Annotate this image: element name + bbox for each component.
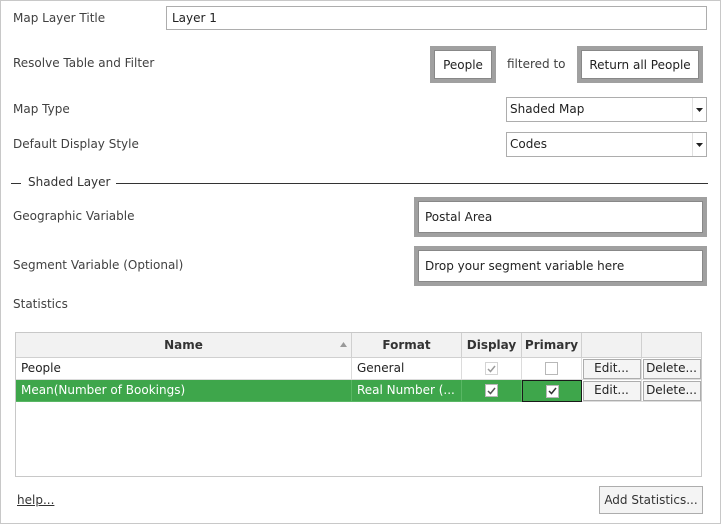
resolve-filter-well[interactable]: Return all People [577, 46, 703, 83]
checkmark-icon [487, 365, 496, 373]
display-style-value: Codes [510, 137, 547, 151]
table-row-name[interactable]: Mean(Number of Bookings) [16, 380, 352, 402]
column-header-edit [582, 333, 642, 358]
delete-button[interactable]: Delete... [642, 380, 701, 401]
geographic-variable-value: Postal Area [418, 201, 703, 233]
segment-variable-well[interactable]: Drop your segment variable here [414, 246, 707, 286]
chevron-down-icon [692, 98, 706, 121]
table-row-format[interactable]: Real Number (... [352, 380, 462, 402]
delete-button[interactable]: Delete... [642, 358, 701, 379]
delete-cell: Delete... [642, 358, 701, 380]
checkmark-icon [547, 387, 557, 395]
section-divider-left [11, 183, 21, 184]
sort-ascending-icon [340, 342, 347, 347]
table-row-format[interactable]: General [352, 358, 462, 380]
column-header-primary[interactable]: Primary [522, 333, 582, 358]
resolve-filter-value: Return all People [581, 50, 699, 79]
add-statistics-button[interactable]: Add Statistics... [599, 486, 703, 514]
geographic-variable-label: Geographic Variable [13, 209, 135, 223]
display-checkbox[interactable] [485, 362, 498, 375]
filtered-to-text: filtered to [507, 57, 566, 71]
delete-cell: Delete... [642, 380, 701, 402]
map-layer-title-label: Map Layer Title [13, 11, 106, 25]
column-header-delete [642, 333, 701, 358]
display-checkbox[interactable] [485, 384, 498, 397]
primary-checkbox-cell [522, 380, 582, 402]
resolve-table-value: People [434, 50, 492, 79]
column-header-name[interactable]: Name [16, 333, 352, 358]
map-type-value: Shaded Map [510, 102, 585, 116]
display-checkbox-cell [462, 380, 522, 402]
checkmark-icon [487, 387, 496, 395]
edit-cell: Edit... [582, 358, 642, 380]
help-link[interactable]: help... [17, 493, 54, 507]
statistics-grid: Name Format Display Primary People Gener… [15, 332, 702, 477]
primary-checkbox[interactable] [545, 384, 559, 398]
segment-variable-label: Segment Variable (Optional) [13, 258, 184, 272]
edit-cell: Edit... [582, 380, 642, 402]
statistics-label: Statistics [13, 297, 68, 311]
chevron-down-icon [692, 133, 706, 156]
display-style-label: Default Display Style [13, 137, 139, 151]
display-style-dropdown[interactable]: Codes [506, 132, 707, 157]
resolve-table-label: Resolve Table and Filter [13, 56, 155, 70]
resolve-table-well[interactable]: People [430, 46, 496, 83]
map-type-label: Map Type [13, 102, 70, 116]
edit-button[interactable]: Edit... [582, 358, 641, 379]
column-header-display[interactable]: Display [462, 333, 522, 358]
edit-button[interactable]: Edit... [582, 380, 641, 401]
map-layer-title-input[interactable]: Layer 1 [166, 6, 707, 30]
section-divider-right [116, 183, 708, 184]
table-row-name[interactable]: People [16, 358, 352, 380]
geographic-variable-well[interactable]: Postal Area [414, 197, 707, 237]
shaded-layer-heading: Shaded Layer [28, 175, 111, 189]
primary-checkbox-cell [522, 358, 582, 380]
map-type-dropdown[interactable]: Shaded Map [506, 97, 707, 122]
column-header-format[interactable]: Format [352, 333, 462, 358]
segment-variable-placeholder: Drop your segment variable here [418, 250, 703, 282]
primary-checkbox[interactable] [545, 362, 558, 375]
display-checkbox-cell [462, 358, 522, 380]
